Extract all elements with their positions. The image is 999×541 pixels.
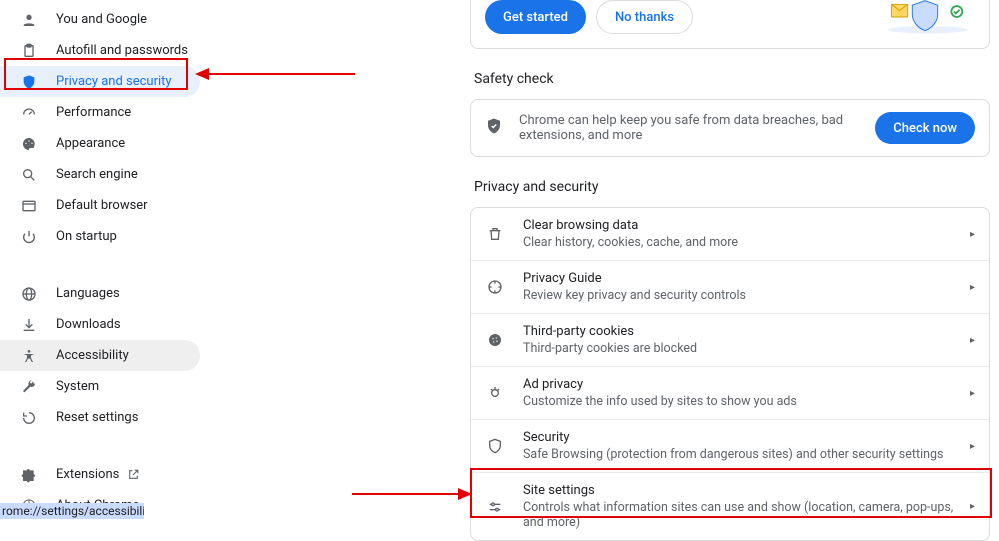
palette-icon (20, 135, 38, 153)
promo-illustration (875, 1, 975, 33)
person-icon (20, 11, 38, 29)
sidebar-item-label: You and Google (56, 12, 147, 27)
chevron-right-icon: ▸ (970, 335, 975, 346)
row-title: Privacy Guide (523, 271, 970, 286)
row-subtitle: Safe Browsing (protection from dangerous… (523, 447, 970, 462)
sidebar-item-label: Appearance (56, 136, 125, 151)
sliders-icon (485, 497, 505, 517)
row-title: Clear browsing data (523, 218, 970, 233)
sidebar-item-search-engine[interactable]: Search engine (0, 159, 200, 190)
sidebar-item-label: Privacy and security (56, 74, 172, 89)
reset-icon (20, 409, 38, 427)
globe-icon (20, 285, 38, 303)
sidebar-item-label: Extensions (56, 467, 119, 482)
wrench-icon (20, 378, 38, 396)
chevron-right-icon: ▸ (970, 501, 975, 512)
sidebar-item-system[interactable]: System (0, 371, 200, 402)
sidebar-item-label: Performance (56, 105, 131, 120)
row-title: Third-party cookies (523, 324, 970, 339)
sidebar-item-label: Accessibility (56, 348, 129, 363)
row-third-party-cookies[interactable]: Third-party cookies Third-party cookies … (471, 313, 989, 366)
search-icon (20, 166, 38, 184)
privacy-security-list: Clear browsing data Clear history, cooki… (470, 207, 990, 541)
sidebar-item-label: Default browser (56, 198, 148, 213)
row-clear-browsing-data[interactable]: Clear browsing data Clear history, cooki… (471, 208, 989, 260)
sidebar-item-label: Languages (56, 286, 120, 301)
sidebar-item-label: Autofill and passwords (56, 43, 188, 58)
download-icon (20, 316, 38, 334)
row-subtitle: Customize the info used by sites to show… (523, 394, 970, 409)
row-subtitle: Controls what information sites can use … (523, 500, 970, 530)
sidebar-item-autofill[interactable]: Autofill and passwords (0, 35, 200, 66)
shield-check-icon (485, 117, 503, 139)
privacy-security-heading: Privacy and security (474, 179, 990, 195)
shield-icon (20, 73, 38, 91)
sidebar-item-reset[interactable]: Reset settings (0, 402, 200, 433)
sidebar-item-label: Reset settings (56, 410, 138, 425)
clipboard-icon (20, 42, 38, 60)
open-external-icon (125, 467, 141, 483)
row-privacy-guide[interactable]: Privacy Guide Review key privacy and sec… (471, 260, 989, 313)
promo-card: Get started No thanks (470, 0, 990, 49)
sidebar-item-label: Search engine (56, 167, 138, 182)
shield-outline-icon (485, 436, 505, 456)
get-started-button[interactable]: Get started (485, 0, 586, 34)
sidebar-item-label: On startup (56, 229, 117, 244)
ad-icon (485, 383, 505, 403)
settings-sidebar: You and Google Autofill and passwords Pr… (0, 0, 200, 521)
sidebar-item-appearance[interactable]: Appearance (0, 128, 200, 159)
chevron-right-icon: ▸ (970, 388, 975, 399)
sidebar-item-you-and-google[interactable]: You and Google (0, 4, 200, 35)
chevron-right-icon: ▸ (970, 282, 975, 293)
row-security[interactable]: Security Safe Browsing (protection from … (471, 419, 989, 472)
power-icon (20, 228, 38, 246)
sidebar-item-on-startup[interactable]: On startup (0, 221, 200, 252)
row-title: Ad privacy (523, 377, 970, 392)
annotation-arrow-site-settings (352, 484, 472, 504)
sidebar-item-accessibility[interactable]: Accessibility (0, 340, 200, 371)
sidebar-item-label: Downloads (56, 317, 121, 332)
puzzle-icon (20, 466, 38, 484)
row-subtitle: Clear history, cookies, cache, and more (523, 235, 970, 250)
safety-check-card: Chrome can help keep you safe from data … (470, 99, 990, 157)
browser-icon (20, 197, 38, 215)
sidebar-item-extensions[interactable]: Extensions (0, 459, 200, 490)
row-subtitle: Review key privacy and security controls (523, 288, 970, 303)
row-subtitle: Third-party cookies are blocked (523, 341, 970, 356)
cookie-icon (485, 330, 505, 350)
row-title: Security (523, 430, 970, 445)
status-url-preview: rome://settings/accessibility (0, 503, 144, 519)
sidebar-item-default-browser[interactable]: Default browser (0, 190, 200, 221)
safety-check-heading: Safety check (474, 71, 990, 87)
annotation-arrow-privacy (195, 64, 355, 84)
sidebar-item-languages[interactable]: Languages (0, 278, 200, 309)
sidebar-item-privacy[interactable]: Privacy and security (0, 66, 200, 97)
sidebar-item-downloads[interactable]: Downloads (0, 309, 200, 340)
chevron-right-icon: ▸ (970, 441, 975, 452)
sidebar-item-label: System (56, 379, 99, 394)
no-thanks-button[interactable]: No thanks (596, 0, 693, 34)
row-ad-privacy[interactable]: Ad privacy Customize the info used by si… (471, 366, 989, 419)
speedometer-icon (20, 104, 38, 122)
compass-icon (485, 277, 505, 297)
accessibility-icon (20, 347, 38, 365)
row-title: Site settings (523, 483, 970, 498)
chevron-right-icon: ▸ (970, 229, 975, 240)
trash-icon (485, 224, 505, 244)
sidebar-item-performance[interactable]: Performance (0, 97, 200, 128)
check-now-button[interactable]: Check now (875, 112, 975, 144)
row-site-settings[interactable]: Site settings Controls what information … (471, 472, 989, 540)
main-content: Get started No thanks Safety check Chrom… (470, 0, 990, 541)
safety-check-text: Chrome can help keep you safe from data … (519, 113, 859, 143)
